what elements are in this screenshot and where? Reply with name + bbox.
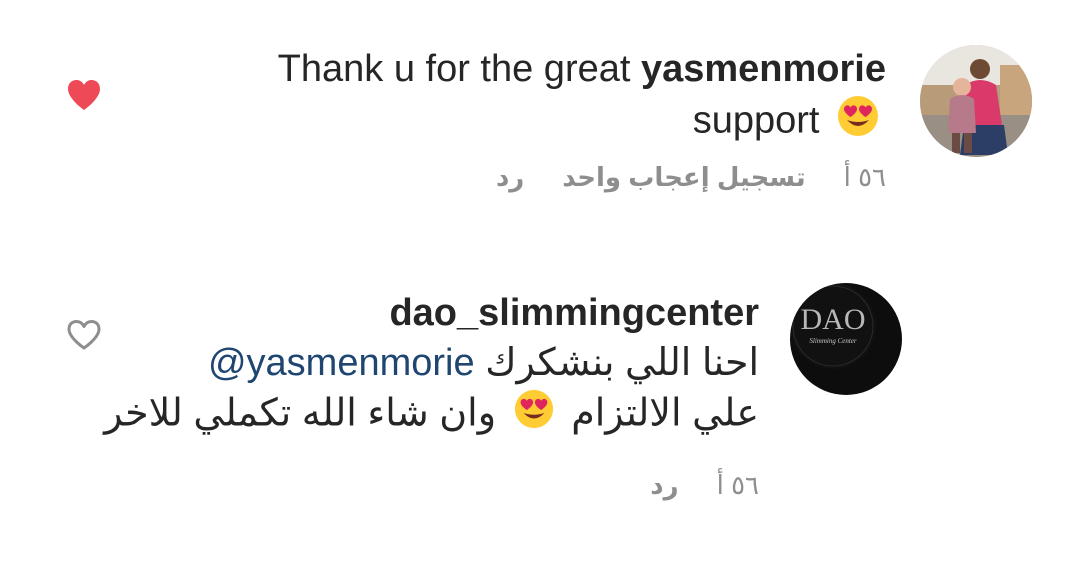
avatar-dao-slimmingcenter[interactable]: DAO Slimming Center: [790, 283, 902, 395]
username[interactable]: dao_slimmingcenter: [389, 292, 759, 334]
username[interactable]: yasmenmorie: [641, 48, 886, 90]
comment-time: ٥٦ أ: [716, 470, 759, 500]
avatar-logo-text: DAO: [801, 303, 866, 336]
comment-body-part1: Thank u for the great: [277, 48, 631, 90]
avatar-yasmenmorie[interactable]: [920, 45, 1032, 157]
comment-text: Thank u for the great yasmenmorie suppor…: [186, 44, 886, 151]
comment-dao-slimmingcenter: DAO Slimming Center dao_slimmingcenter @…: [0, 260, 1079, 520]
comment-yasmenmorie: Thank u for the great yasmenmorie suppor…: [0, 0, 1079, 230]
likes-count-link[interactable]: تسجيل إعجاب واحد: [562, 162, 805, 193]
heart-outline-icon: [66, 319, 102, 356]
comment-text: dao_slimmingcenter @yasmenmorie احنا الل…: [59, 288, 759, 443]
heart-filled-icon: [66, 79, 102, 116]
comment-meta: ٥٦ أ رد: [650, 470, 759, 501]
comment-body-part2: support: [692, 99, 820, 142]
like-button[interactable]: [64, 317, 104, 357]
heart-eyes-emoji: [513, 388, 555, 443]
reply-button[interactable]: رد: [650, 470, 678, 501]
heart-eyes-emoji: [836, 94, 880, 151]
comment-time: ٥٦ أ: [843, 162, 886, 192]
reply-button[interactable]: رد: [496, 162, 524, 193]
comment-meta: ٥٦ أ تسجيل إعجاب واحد رد: [496, 162, 886, 193]
comment-body-line2-end: وان شاء الله تكملي للاخر: [104, 392, 497, 435]
like-button[interactable]: [64, 77, 104, 117]
comment-body-line1: احنا اللي بنشكرك: [485, 342, 759, 384]
avatar-logo-subtext: Slimming Center: [809, 337, 857, 345]
comment-body-line2-start: علي الالتزام: [571, 392, 759, 435]
mention-link[interactable]: @yasmenmorie: [208, 342, 475, 384]
